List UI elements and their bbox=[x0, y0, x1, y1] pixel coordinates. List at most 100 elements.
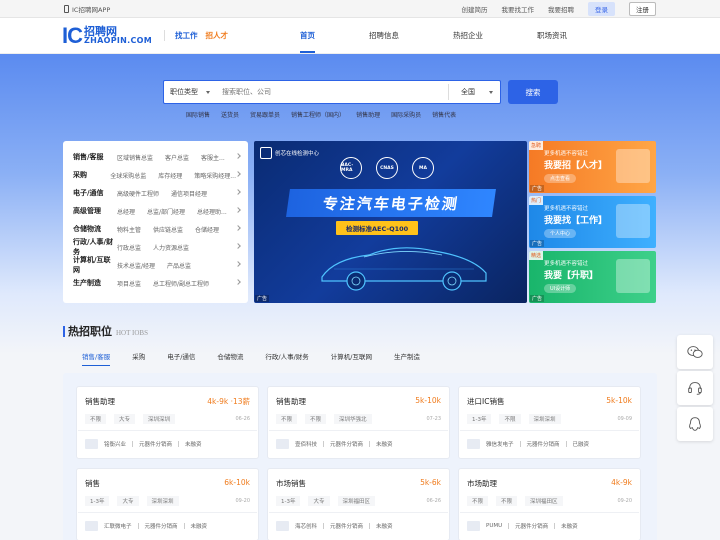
category-head[interactable]: 电子/通信 bbox=[73, 188, 117, 198]
category-sub[interactable]: 策略采购经理... bbox=[194, 171, 236, 180]
category-sub[interactable]: 总工程师/副总工程师 bbox=[153, 279, 209, 288]
job-title[interactable]: 销售助理 bbox=[85, 396, 115, 407]
category-row[interactable]: 生产制造 项目总监 总工程师/副总工程师 bbox=[73, 274, 248, 292]
job-card-grid: 销售助理 4k-9k ·13薪 不限 大专 深圳深圳 06-26 铭衡兴业 元器件分销商 未融资… bbox=[63, 373, 657, 540]
job-card[interactable]: 进口IC销售 5k-10k 1-3年 不限 深圳深圳 09-09 雅信发电子 元器件分销商 已融… bbox=[458, 386, 641, 459]
city-select[interactable]: 全国 bbox=[448, 84, 500, 100]
tab-logistics[interactable]: 仓储物流 bbox=[217, 351, 243, 361]
tab-it[interactable]: 计算机/互联网 bbox=[331, 351, 372, 361]
create-resume-link[interactable]: 创建简历 bbox=[462, 4, 488, 14]
find-job-link[interactable]: 我要找工作 bbox=[502, 4, 535, 14]
search-button[interactable]: 搜索 bbox=[508, 80, 558, 104]
find-talent-tab[interactable]: 招人才 bbox=[206, 30, 229, 41]
hot-word[interactable]: 销售工程师（国内） bbox=[291, 110, 345, 119]
job-title[interactable]: 进口IC销售 bbox=[467, 396, 504, 407]
hot-word[interactable]: 销售助理 bbox=[356, 110, 380, 119]
category-sub[interactable]: 通信项目经理 bbox=[171, 189, 207, 198]
category-sub[interactable]: 行政总监 bbox=[117, 243, 141, 252]
hot-word[interactable]: 送货员 bbox=[221, 110, 239, 119]
category-sub[interactable]: 供应链总监 bbox=[153, 225, 183, 234]
category-row[interactable]: 采购 全球采购总监 库存经理 策略采购经理... bbox=[73, 166, 248, 184]
job-card[interactable]: 销售助理 4k-9k ·13薪 不限 大专 深圳深圳 06-26 铭衡兴业 元器件分销商 未融资 bbox=[76, 386, 259, 459]
category-row[interactable]: 计算机/互联网 技术总监/经理 产品总监 bbox=[73, 256, 248, 274]
side-ad-job[interactable]: 热门 更多机遇不容错过 我要找【工作】 个人中心 广告 bbox=[529, 196, 656, 248]
company-info[interactable]: PUMU 元器件分销商 未融资 bbox=[467, 521, 578, 531]
nav-companies[interactable]: 热招企业 bbox=[453, 30, 483, 41]
site-logo[interactable]: IC 招聘网 ZHAOPIN.COM bbox=[62, 22, 152, 48]
category-row[interactable]: 仓储物流 物料主管 供应链总监 仓储经理 bbox=[73, 220, 248, 238]
category-sub[interactable]: 技术总监/经理 bbox=[117, 261, 155, 270]
job-title[interactable]: 销售助理 bbox=[276, 396, 306, 407]
recruit-link[interactable]: 我要招聘 bbox=[548, 4, 574, 14]
logo-en: ZHAOPIN.COM bbox=[84, 36, 152, 45]
find-job-tab[interactable]: 找工作 bbox=[175, 30, 198, 41]
company-info[interactable]: 汇联微电子 元器件分销商 未融资 bbox=[85, 521, 207, 531]
category-sub[interactable]: 库存经理 bbox=[158, 171, 182, 180]
nav-news[interactable]: 职场资讯 bbox=[537, 30, 567, 41]
category-row[interactable]: 行政/人事/财务 行政总监 人力资源总监 bbox=[73, 238, 248, 256]
tab-sales[interactable]: 销售/客服 bbox=[82, 351, 111, 366]
job-tag: 深圳深圳 bbox=[146, 496, 179, 506]
category-sub[interactable]: 全球采购总监 bbox=[110, 171, 146, 180]
ad-pill: 个人中心 bbox=[544, 229, 577, 238]
category-head[interactable]: 销售/客服 bbox=[73, 152, 117, 162]
category-sub[interactable]: 客户总监 bbox=[165, 153, 189, 162]
hot-word[interactable]: 国际采购员 bbox=[391, 110, 421, 119]
tab-purchasing[interactable]: 采购 bbox=[132, 351, 145, 361]
job-title[interactable]: 市场销售 bbox=[276, 478, 306, 489]
category-row[interactable]: 销售/客服 区域销售总监 客户总监 客服主... bbox=[73, 148, 248, 166]
side-ad-hire[interactable]: 急聘 更多机遇不容错过 我要招【人才】 点击查看 广告 bbox=[529, 141, 656, 193]
hot-word[interactable]: 国际销售 bbox=[186, 110, 210, 119]
main-banner-ad[interactable]: 创芯在线检测中心 BAC-MRA CNAS MA 专注汽车电子检测 检测标准AE… bbox=[254, 141, 527, 303]
side-ad-promotion[interactable]: 精选 更多机遇不容错过 我要【升职】 UI设计师 广告 bbox=[529, 251, 656, 303]
logo-ic: IC bbox=[62, 22, 83, 48]
category-head[interactable]: 计算机/互联网 bbox=[73, 255, 117, 275]
job-card[interactable]: 销售 6k-10k 1-3年 大专 深圳深圳 09-20 汇联微电子 元器件分销商 未融资 bbox=[76, 468, 259, 540]
chevron-right-icon bbox=[235, 279, 241, 285]
job-title[interactable]: 市场助理 bbox=[467, 478, 497, 489]
job-type-select[interactable]: 职位类型 bbox=[164, 87, 214, 97]
category-sub[interactable]: 产品总监 bbox=[167, 261, 191, 270]
register-button[interactable]: 注册 bbox=[629, 1, 656, 16]
app-download-link[interactable]: IC招聘网APP bbox=[64, 4, 110, 14]
job-card[interactable]: 市场销售 5k-6k 1-3年 大专 深圳福田区 06-26 海芯创科 元器件分销商 未融资 bbox=[267, 468, 450, 540]
job-card[interactable]: 销售助理 5k-10k 不限 不限 深圳华强北 07-23 壹佰科技 元器件分销商 未融资 bbox=[267, 386, 450, 459]
job-card[interactable]: 市场助理 4k-9k 不限 不限 深圳福田区 09-20 PUMU 元器件分销商 未融资 bbox=[458, 468, 641, 540]
company-info[interactable]: 雅信发电子 元器件分销商 已融资 bbox=[467, 439, 589, 449]
category-head[interactable]: 生产制造 bbox=[73, 278, 117, 288]
category-head[interactable]: 仓储物流 bbox=[73, 224, 117, 234]
tab-electronics[interactable]: 电子/通信 bbox=[167, 351, 195, 361]
company-funding: 未融资 bbox=[185, 442, 202, 448]
category-sub[interactable]: 人力资源总监 bbox=[153, 243, 189, 252]
hot-word[interactable]: 贸易跟单员 bbox=[250, 110, 280, 119]
category-sub[interactable]: 总经理 bbox=[117, 207, 135, 216]
category-sub[interactable]: 总经理助... bbox=[197, 207, 227, 216]
category-head[interactable]: 采购 bbox=[73, 170, 110, 180]
login-button[interactable]: 登录 bbox=[588, 1, 615, 16]
category-sub[interactable]: 仓储经理 bbox=[195, 225, 219, 234]
category-head[interactable]: 高级管理 bbox=[73, 206, 117, 216]
service-float-button[interactable] bbox=[677, 371, 713, 405]
company-info[interactable]: 海芯创科 元器件分销商 未融资 bbox=[276, 521, 393, 531]
category-sub[interactable]: 总监/部门经理 bbox=[147, 207, 185, 216]
nav-jobs[interactable]: 招聘信息 bbox=[369, 30, 399, 41]
category-row[interactable]: 高级管理 总经理 总监/部门经理 总经理助... bbox=[73, 202, 248, 220]
company-info[interactable]: 铭衡兴业 元器件分销商 未融资 bbox=[85, 439, 202, 449]
category-sub[interactable]: 高级硬件工程师 bbox=[117, 189, 159, 198]
category-head[interactable]: 行政/人事/财务 bbox=[73, 237, 117, 257]
tab-admin[interactable]: 行政/人事/财务 bbox=[265, 351, 308, 361]
qq-float-button[interactable] bbox=[677, 407, 713, 441]
search-input[interactable] bbox=[214, 88, 448, 96]
nav-home[interactable]: 首页 bbox=[300, 30, 315, 53]
tab-manufacturing[interactable]: 生产制造 bbox=[394, 351, 420, 361]
category-row[interactable]: 电子/通信 高级硬件工程师 通信项目经理 bbox=[73, 184, 248, 202]
category-sub[interactable]: 物料主管 bbox=[117, 225, 141, 234]
car-illustration bbox=[321, 247, 487, 291]
job-title[interactable]: 销售 bbox=[85, 478, 100, 489]
category-sub[interactable]: 项目总监 bbox=[117, 279, 141, 288]
category-sub[interactable]: 客服主... bbox=[201, 153, 225, 162]
category-sub[interactable]: 区域销售总监 bbox=[117, 153, 153, 162]
hot-word[interactable]: 销售代表 bbox=[432, 110, 456, 119]
wechat-float-button[interactable] bbox=[677, 335, 713, 369]
company-info[interactable]: 壹佰科技 元器件分销商 未融资 bbox=[276, 439, 393, 449]
